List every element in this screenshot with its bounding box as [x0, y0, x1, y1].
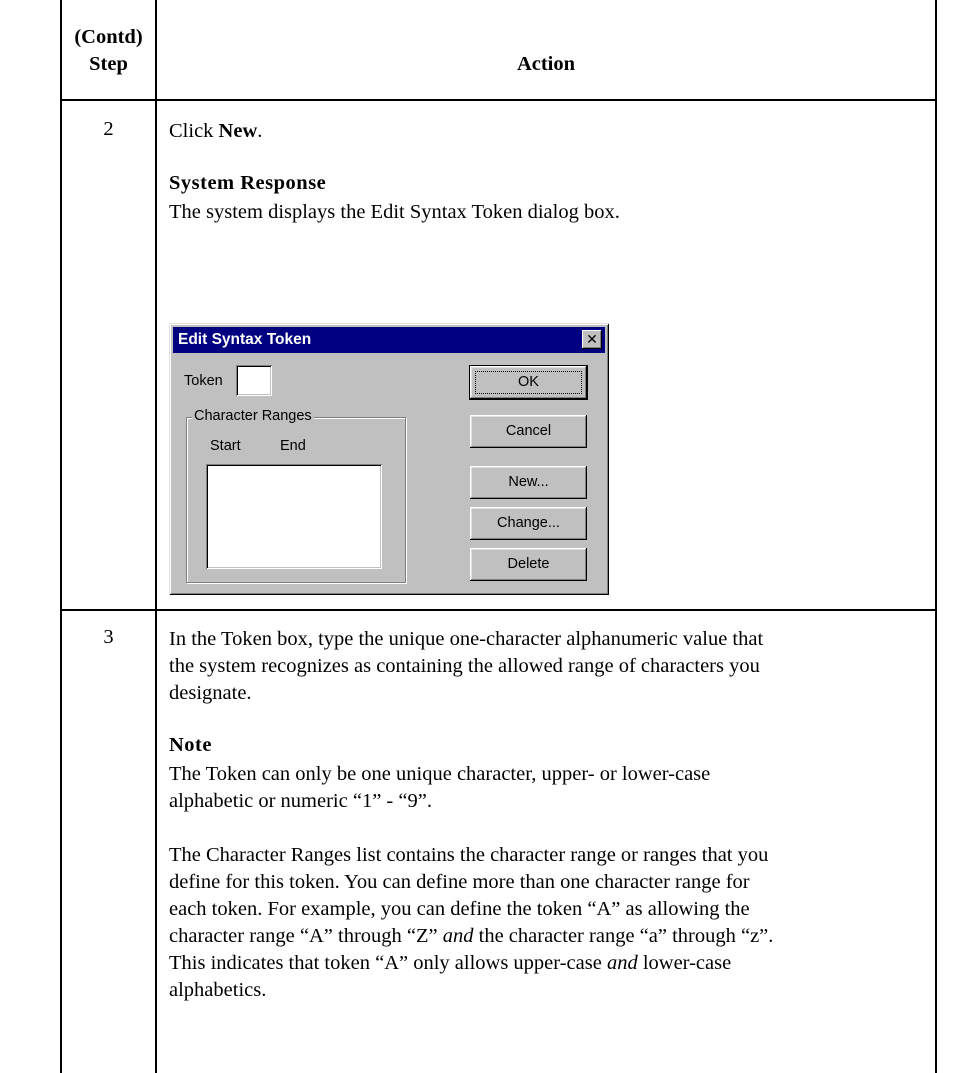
cancel-button-label: Cancel — [505, 423, 552, 439]
text-segment: character range “A” through “Z” — [169, 925, 443, 947]
table-border-left — [60, 0, 62, 1073]
start-column-header: Start — [210, 438, 241, 454]
table-border-right — [935, 0, 937, 1073]
note-heading: Note — [169, 734, 212, 756]
instruction-post: . — [257, 120, 263, 142]
delete-button-label: Delete — [507, 556, 550, 572]
table-row-divider — [60, 609, 937, 611]
system-response-heading: System Response — [169, 172, 327, 194]
dialog-title: Edit Syntax Token — [178, 331, 312, 348]
cancel-button[interactable]: Cancel — [470, 415, 587, 448]
step-number: 3 — [103, 626, 114, 648]
emphasis: and — [442, 925, 474, 947]
note-text: The Token can only be one unique charact… — [169, 761, 710, 815]
text-line: alphabetics. — [169, 979, 267, 1001]
delete-button[interactable]: Delete — [470, 548, 587, 581]
token-instruction: In the Token box, type the unique one-ch… — [169, 626, 763, 707]
text-segment: lower-case — [637, 952, 732, 974]
instruction-text: Click New. — [169, 118, 262, 145]
system-response-text: The system displays the Edit Syntax Toke… — [169, 201, 620, 223]
step-header-line2: Step — [89, 53, 128, 75]
instruction-table: (Contd) Step Action 2 Click New. System … — [60, 0, 937, 1073]
text-segment: the character range “a” through “z”. — [473, 925, 774, 947]
text-line: The Token can only be one unique charact… — [169, 763, 711, 785]
step-header-line1: (Contd) — [74, 26, 143, 48]
instruction-bold: New — [218, 120, 258, 142]
table-column-divider — [155, 0, 157, 1073]
action-column-header: Action — [516, 53, 576, 75]
emphasis: and — [606, 952, 638, 974]
dialog-titlebar: Edit Syntax Token ✕ — [173, 327, 605, 353]
instruction-pre: Click — [169, 120, 219, 142]
close-icon[interactable]: ✕ — [582, 330, 602, 349]
text-segment: This indicates that token “A” only allow… — [169, 952, 607, 974]
text-line: The Character Ranges list contains the c… — [169, 844, 769, 866]
text-line: character range “A” through “Z” and the … — [169, 923, 773, 950]
text-line: designate. — [169, 682, 252, 704]
character-ranges-label: Character Ranges — [192, 408, 314, 424]
table-header-divider — [60, 99, 937, 101]
text-line: alphabetic or numeric “1” - “9”. — [169, 790, 432, 812]
character-ranges-list[interactable] — [206, 464, 382, 569]
step-number: 2 — [103, 118, 114, 140]
text-line: This indicates that token “A” only allow… — [169, 950, 773, 977]
text-line: define for this token. You can define mo… — [169, 871, 750, 893]
text-line: the system recognizes as containing the … — [169, 655, 760, 677]
ok-button-focus-rect — [475, 371, 582, 394]
end-column-header: End — [280, 438, 306, 454]
step-column-header: (Contd) Step — [62, 24, 155, 78]
change-button-label: Change... — [497, 515, 560, 531]
edit-syntax-token-dialog: Edit Syntax Token ✕ Token Character Rang… — [169, 323, 609, 595]
change-button[interactable]: Change... — [470, 507, 587, 540]
character-ranges-paragraph: The Character Ranges list contains the c… — [169, 842, 773, 1004]
text-line: each token. For example, you can define … — [169, 898, 750, 920]
token-label: Token — [184, 373, 223, 389]
token-input[interactable] — [236, 365, 272, 396]
new-button-label: New... — [508, 474, 549, 490]
text-line: In the Token box, type the unique one-ch… — [169, 628, 764, 650]
ok-button[interactable]: OK — [470, 366, 587, 399]
new-button[interactable]: New... — [470, 466, 587, 499]
